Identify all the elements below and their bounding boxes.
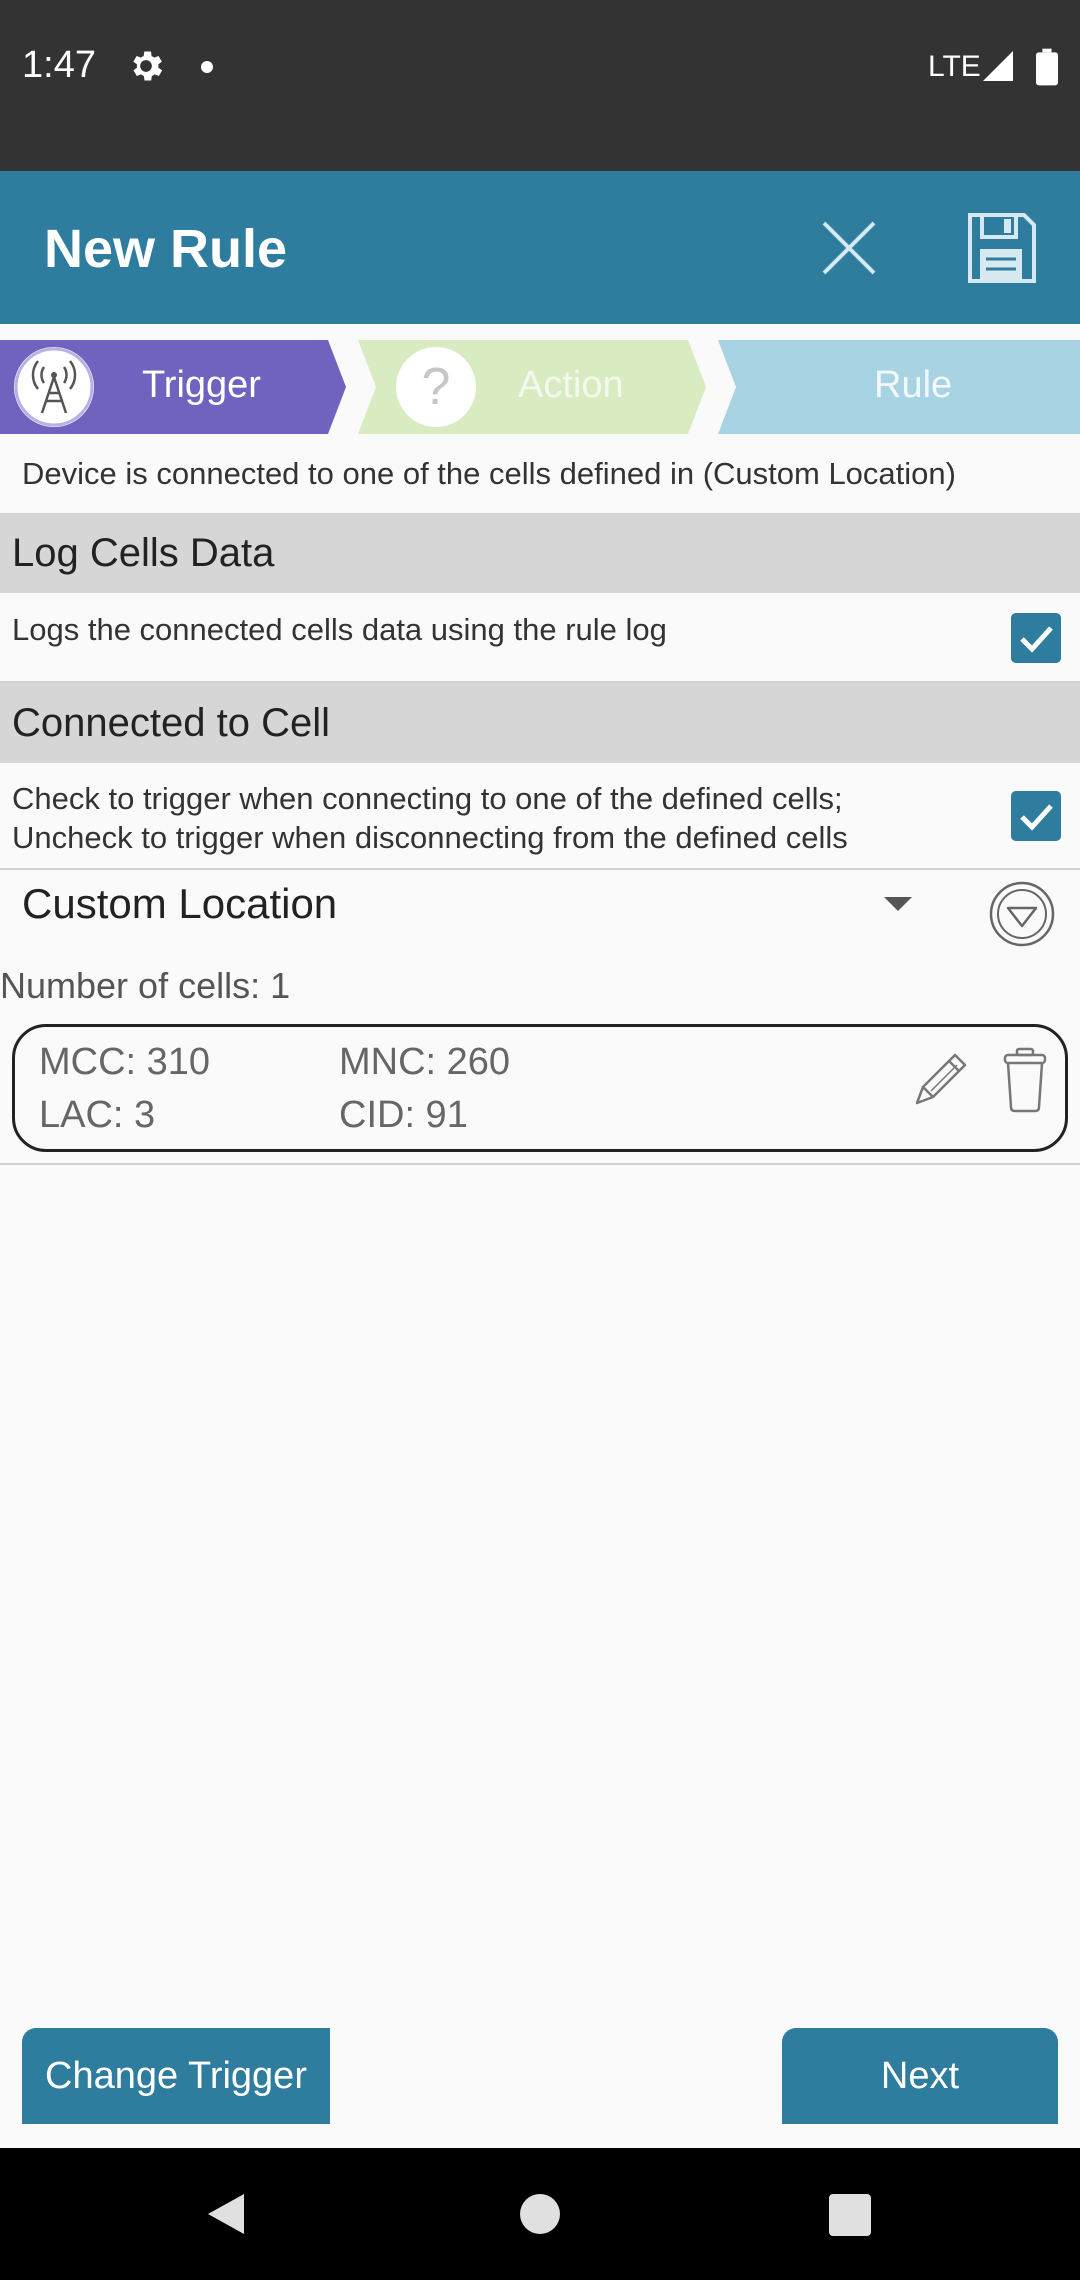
notification-dot [201, 61, 213, 73]
question-icon: ? [396, 347, 476, 427]
system-nav-bar [0, 2148, 1080, 2280]
page-title: New Rule [44, 219, 288, 279]
battery-icon [1036, 48, 1058, 86]
status-bar: 1:47 LTE [0, 0, 1080, 171]
pencil-icon[interactable] [905, 1045, 975, 1115]
cells-count: Number of cells: 1 [0, 965, 291, 1006]
gear-icon [133, 51, 163, 81]
section-connected-header: Connected to Cell [0, 683, 1080, 763]
step-action-label: Action [518, 364, 624, 406]
section-log-cells-title: Log Cells Data [12, 531, 275, 575]
cell-lac: LAC: 3 [39, 1094, 156, 1136]
step-rule-label: Rule [874, 364, 953, 406]
step-trigger-label: Trigger [142, 364, 261, 406]
divider [0, 868, 1080, 870]
log-cells-description: Logs the connected cells data using the … [12, 612, 667, 647]
section-connected-title: Connected to Cell [12, 701, 330, 745]
connected-description-line2: Uncheck to trigger when disconnecting fr… [12, 820, 848, 855]
status-time: 1:47 [22, 44, 96, 86]
divider [0, 1163, 1080, 1165]
network-type: LTE [928, 50, 981, 83]
back-icon[interactable] [206, 2192, 246, 2236]
cell-cid: CID: 91 [339, 1094, 468, 1136]
recent-apps-icon[interactable] [829, 2194, 871, 2236]
location-dropdown-value: Custom Location [22, 880, 338, 927]
step-trigger[interactable]: Trigger [0, 340, 346, 434]
connected-description-line1: Check to trigger when connecting to one … [12, 781, 843, 816]
cell-mnc: MNC: 260 [339, 1041, 511, 1083]
circle-down-icon[interactable] [989, 881, 1055, 947]
trash-icon[interactable] [999, 1045, 1051, 1115]
floppy-disk-icon[interactable] [964, 211, 1038, 285]
chevron-down-icon [884, 897, 912, 911]
next-button[interactable]: Next [782, 2028, 1058, 2124]
change-trigger-button[interactable]: Change Trigger [22, 2028, 330, 2124]
step-rule[interactable]: Rule [718, 340, 1080, 434]
cell-tower-icon [14, 347, 94, 427]
step-action[interactable]: ? Action [358, 340, 706, 434]
step-indicator: Trigger ? Action Rule [0, 340, 1080, 434]
home-icon[interactable] [520, 2194, 560, 2234]
signal-icon [983, 51, 1013, 81]
close-icon[interactable] [812, 211, 886, 285]
connected-checkbox[interactable] [1011, 791, 1061, 841]
app-bar: New Rule [0, 171, 1080, 324]
cell-mcc: MCC: 310 [39, 1041, 211, 1083]
trigger-description: Device is connected to one of the cells … [22, 456, 956, 491]
log-cells-checkbox[interactable] [1011, 613, 1061, 663]
cell-item: MCC: 310 MNC: 260 LAC: 3 CID: 91 [12, 1024, 1068, 1152]
section-log-cells-header: Log Cells Data [0, 513, 1080, 593]
